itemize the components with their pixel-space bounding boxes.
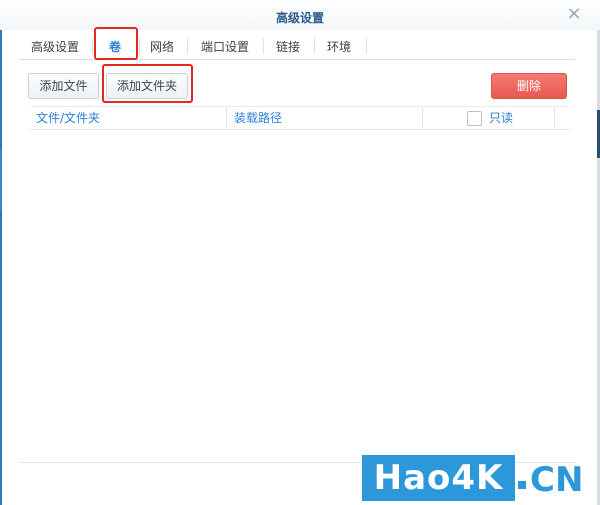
tab-volume[interactable]: 卷	[95, 35, 135, 59]
readonly-select-all-checkbox[interactable]	[467, 111, 482, 126]
tab-divider	[314, 38, 315, 54]
tab-links[interactable]: 链接	[266, 35, 310, 59]
volume-toolbar: 添加文件 添加文件夹 删除	[28, 73, 568, 99]
volume-table-header: 文件/文件夹 装载路径 只读	[30, 106, 570, 130]
delete-button[interactable]: 删除	[491, 73, 567, 99]
watermark-dot	[518, 481, 526, 489]
hao4k-watermark-logo: Hao4K CN	[362, 455, 600, 505]
left-window-edge-accent	[0, 150, 2, 210]
left-window-edge	[0, 0, 2, 505]
tab-bar: 高级设置 卷 网络 端口设置 链接 环境	[20, 30, 575, 60]
advanced-settings-dialog: 高级设置 × 高级设置 卷 网络 端口设置 链接 环境 添加文件 添加文件夹 删…	[0, 0, 600, 505]
column-readonly[interactable]: 只读	[489, 107, 513, 130]
column-file-folder[interactable]: 文件/文件夹	[36, 107, 100, 130]
add-folder-button[interactable]: 添加文件夹	[106, 73, 188, 99]
tab-network[interactable]: 网络	[142, 35, 182, 59]
tab-port-settings[interactable]: 端口设置	[190, 35, 260, 59]
watermark-tld: CN	[530, 460, 584, 500]
tab-environment[interactable]: 环境	[317, 35, 361, 59]
watermark-brand: Hao4K	[362, 455, 515, 501]
tab-divider	[366, 38, 367, 54]
add-file-button[interactable]: 添加文件	[28, 73, 99, 99]
tab-divider	[139, 38, 140, 54]
dialog-titlebar: 高级设置 ×	[0, 0, 600, 30]
dialog-title: 高级设置	[275, 11, 324, 25]
column-divider	[226, 107, 227, 130]
tab-divider	[92, 38, 93, 54]
column-divider	[422, 107, 423, 130]
tab-advanced[interactable]: 高级设置	[22, 35, 88, 59]
tab-divider	[263, 38, 264, 54]
close-icon[interactable]: ×	[566, 5, 582, 23]
column-mount-path[interactable]: 装载路径	[234, 107, 282, 130]
tab-divider	[187, 38, 188, 54]
column-divider	[554, 107, 555, 130]
